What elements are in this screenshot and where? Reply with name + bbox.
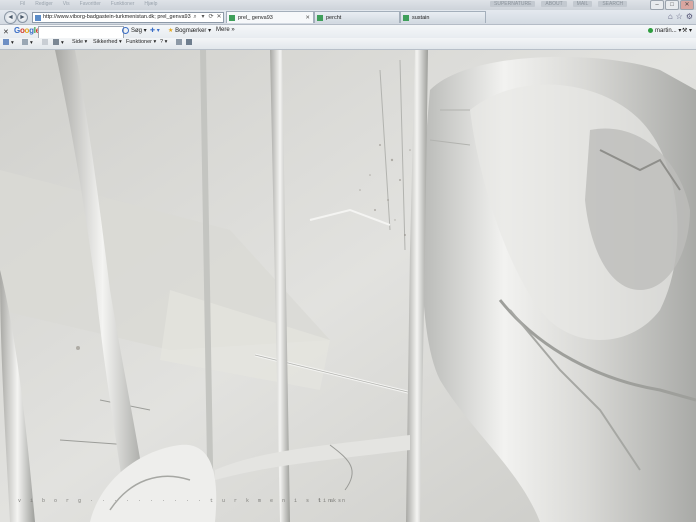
menu-item[interactable]: Hjælp — [144, 1, 157, 7]
tab-prel-genva93[interactable]: prel_ genva93 ✕ — [226, 11, 314, 23]
user-name: martin... ▾ — [655, 28, 682, 34]
translate-icon[interactable] — [186, 39, 194, 46]
gear-icon[interactable]: ⚙ — [686, 12, 693, 21]
toolbar-plus-icon[interactable]: ✚ ▾ — [150, 27, 160, 34]
page-artwork: v i b o r g · · · · · · · · · · t u r k … — [0, 50, 696, 522]
maximize-button[interactable]: □ — [665, 0, 679, 10]
home-icon[interactable]: ⌂ — [668, 12, 673, 21]
google-toolbar: ✕ Google Søg ▾ ✚ ▾ ★ Bogmærker ▾ Mere » … — [0, 25, 696, 39]
site-nav-item[interactable]: MAIL — [572, 1, 593, 7]
chevron-down-icon[interactable]: ▾ — [199, 13, 207, 22]
wrench-icon[interactable]: ⚒ ▾ — [682, 27, 692, 34]
side-menu[interactable]: Side ▾ — [72, 39, 87, 45]
back-button[interactable]: ◄ — [4, 11, 17, 24]
user-account[interactable]: martin... ▾ — [648, 27, 681, 34]
search-icon — [122, 27, 129, 34]
address-url[interactable]: http://www.viborg-badgastein-turkmenista… — [43, 13, 191, 22]
google-search-button[interactable]: Søg ▾ — [122, 27, 147, 34]
search-icon[interactable]: ⌕ — [191, 13, 199, 22]
nav-right-icons: ⌂ ☆ ⚙ — [668, 12, 693, 21]
feeds-icon[interactable]: ▾ — [22, 39, 33, 46]
online-status-icon — [648, 27, 653, 33]
tab-favicon — [317, 14, 323, 21]
menu-item[interactable]: Rediger — [35, 1, 53, 7]
star-icon: ★ — [168, 28, 174, 34]
bookmarks-label: Bogmærker ▾ — [175, 28, 212, 34]
tab-percht[interactable]: percht — [314, 11, 400, 23]
site-nav-item[interactable]: SUPERNATURE — [490, 1, 536, 7]
research-icon[interactable] — [176, 39, 184, 46]
print-icon[interactable]: ▾ — [53, 39, 64, 46]
links-link[interactable]: links — [318, 498, 343, 504]
page-caption: v i b o r g · · · · · · · · · · t u r k … — [18, 498, 349, 504]
favorites-star-icon[interactable]: ☆ — [676, 12, 683, 21]
menu-item[interactable]: Vis — [63, 1, 70, 7]
command-bar: ▾ ▾ ▾ Side ▾ Sikkerhed ▾ Funktioner ▾ ? … — [0, 38, 696, 50]
close-toolbar-icon[interactable]: ✕ — [3, 28, 9, 36]
favorites-icon[interactable]: ▾ — [3, 39, 14, 46]
funktioner-menu[interactable]: Funktioner ▾ — [126, 39, 156, 45]
artwork-image — [0, 50, 696, 522]
page-icon — [35, 14, 41, 21]
menu-item[interactable]: Fil — [20, 1, 25, 7]
faded-site-nav: SUPERNATURE ABOUT MAIL SEARCH — [490, 1, 628, 7]
address-bar[interactable]: http://www.viborg-badgastein-turkmenista… — [32, 12, 224, 23]
more-button[interactable]: Mere » — [216, 27, 235, 33]
tab-favicon — [229, 14, 235, 21]
google-logo: Google — [14, 26, 40, 35]
tab-label: sustain — [412, 14, 430, 21]
window-controls: – □ ✕ — [650, 0, 694, 10]
tab-favicon — [403, 14, 409, 21]
refresh-icon[interactable]: ⟳ — [207, 13, 215, 22]
help-menu[interactable]: ? ▾ — [160, 39, 167, 45]
site-nav-item[interactable]: SEARCH — [598, 1, 628, 7]
faded-menu: Fil Rediger Vis Favoritter Funktioner Hj… — [20, 1, 157, 7]
window-titlebar: Fil Rediger Vis Favoritter Funktioner Hj… — [0, 0, 696, 10]
search-button-label: Søg ▾ — [131, 28, 147, 34]
site-nav-item[interactable]: ABOUT — [541, 1, 567, 7]
mail-icon[interactable] — [42, 39, 50, 46]
minimize-button[interactable]: – — [650, 0, 664, 10]
tab-label: prel_ genva93 — [238, 14, 273, 21]
close-tab-icon[interactable]: ✕ — [305, 12, 310, 24]
sikkerhed-menu[interactable]: Sikkerhed ▾ — [93, 39, 122, 45]
bookmarks-button[interactable]: ★ Bogmærker ▾ — [168, 27, 211, 34]
tab-sustain[interactable]: sustain — [400, 11, 486, 23]
stop-icon[interactable]: ✕ — [215, 13, 223, 22]
tab-label: percht — [326, 14, 342, 21]
close-button[interactable]: ✕ — [680, 0, 694, 10]
navigation-bar: ◄ ► http://www.viborg-badgastein-turkmen… — [0, 10, 696, 25]
menu-item[interactable]: Favoritter — [80, 1, 101, 7]
forward-button[interactable]: ► — [17, 12, 28, 23]
menu-item[interactable]: Funktioner — [111, 1, 135, 7]
